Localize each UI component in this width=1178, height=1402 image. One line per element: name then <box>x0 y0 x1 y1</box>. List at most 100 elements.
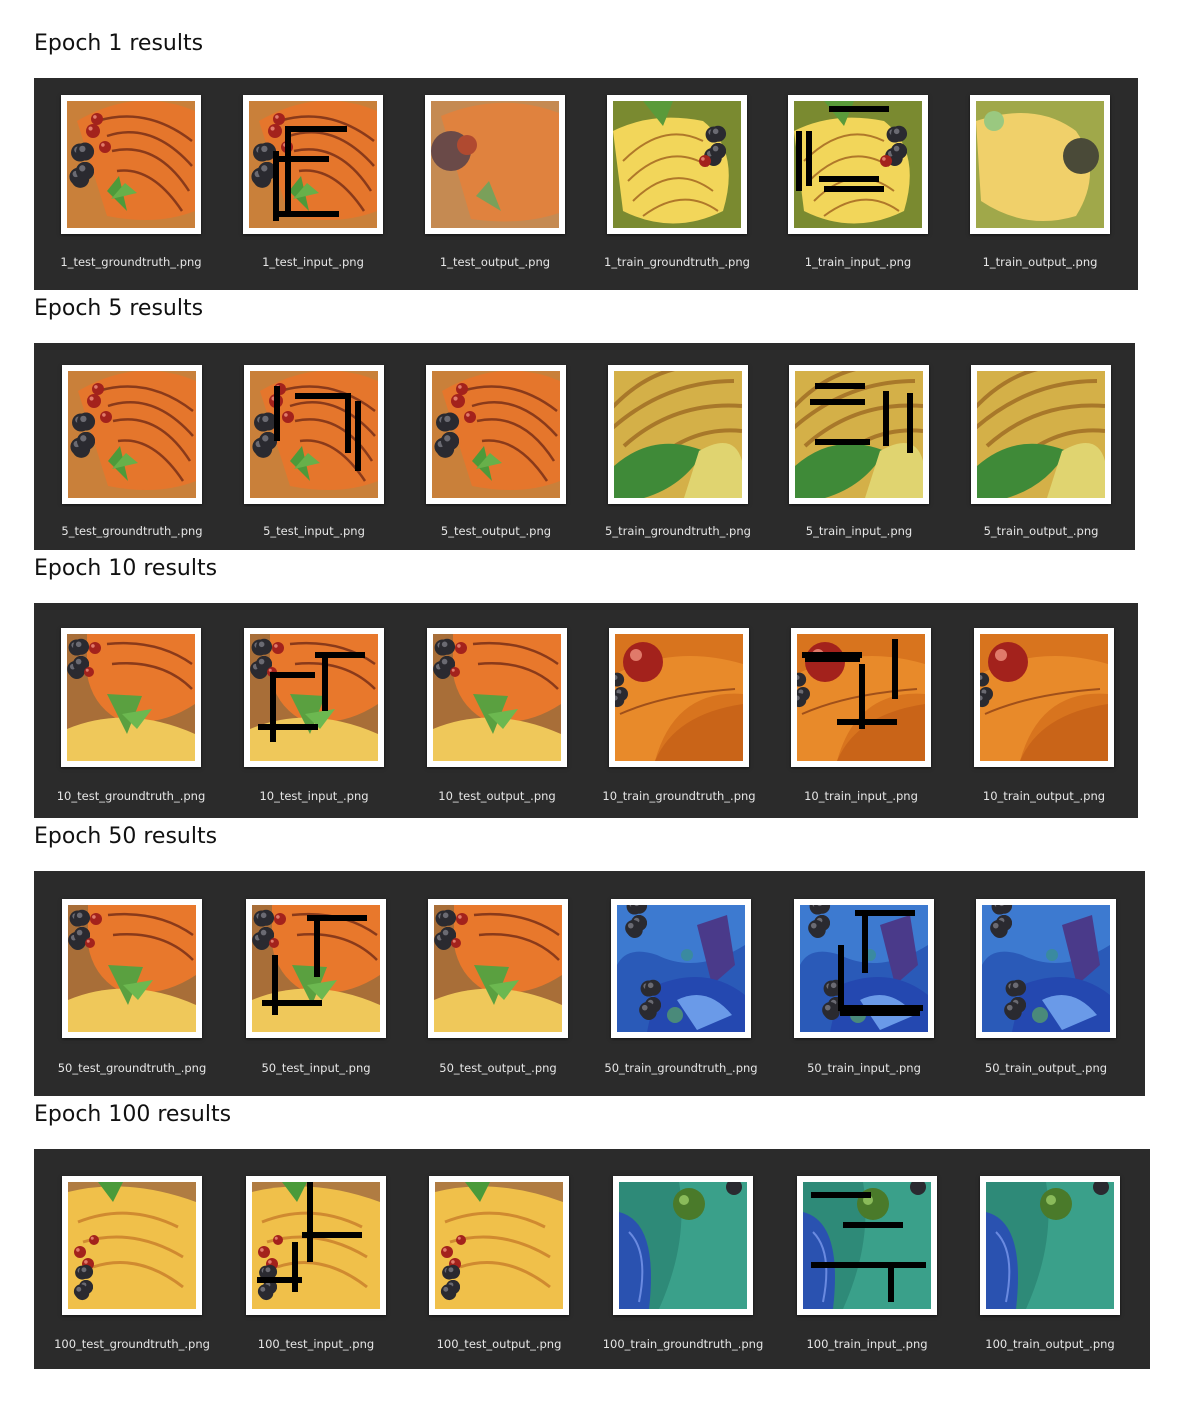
file-thumbnail[interactable] <box>794 899 934 1038</box>
image-content-orange-cherry <box>797 634 925 761</box>
file-name[interactable]: 10_test_input_.png <box>219 789 409 803</box>
file-thumbnail[interactable] <box>970 95 1110 234</box>
file-name[interactable]: 5_test_input_.png <box>219 524 409 538</box>
image-content-peach-tart <box>432 371 560 498</box>
file-thumbnail[interactable] <box>971 365 1111 504</box>
file-name[interactable]: 10_train_output_.png <box>949 789 1139 803</box>
file-thumbnail[interactable] <box>613 1176 753 1315</box>
image-content-peach-tart-blurry <box>431 101 559 228</box>
file-thumbnail[interactable] <box>62 365 202 504</box>
image-content-yellow-fan-tart <box>794 101 922 228</box>
image-preview <box>800 905 928 1032</box>
image-content-teal-green <box>803 1182 931 1309</box>
file-grid-epoch-1: 1_test_groundtruth_.png 1_test_input_.pn… <box>34 78 1138 290</box>
file-thumbnail[interactable] <box>61 628 201 767</box>
file-thumbnail[interactable] <box>427 628 567 767</box>
file-name[interactable]: 50_test_output_.png <box>403 1061 593 1075</box>
file-name[interactable]: 100_train_groundtruth_.png <box>588 1337 778 1351</box>
file-name[interactable]: 1_test_groundtruth_.png <box>36 255 226 269</box>
image-content-peach-tart-leaf <box>67 634 195 761</box>
image-preview <box>619 1182 747 1309</box>
image-content-yellow-peach-tart <box>252 1182 380 1309</box>
image-preview <box>431 101 559 228</box>
image-preview <box>435 1182 563 1309</box>
file-thumbnail[interactable] <box>246 1176 386 1315</box>
file-name[interactable]: 5_test_output_.png <box>401 524 591 538</box>
image-preview <box>617 905 745 1032</box>
file-name[interactable]: 100_train_output_.png <box>955 1337 1145 1351</box>
image-content-peach-tart <box>67 101 195 228</box>
file-name[interactable]: 5_test_groundtruth_.png <box>37 524 227 538</box>
image-preview <box>803 1182 931 1309</box>
file-thumbnail[interactable] <box>425 95 565 234</box>
section-title-epoch-5: Epoch 5 results <box>34 296 204 321</box>
image-preview <box>250 371 378 498</box>
file-name[interactable]: 1_train_input_.png <box>763 255 953 269</box>
file-name[interactable]: 5_train_input_.png <box>764 524 954 538</box>
image-content-teal-green <box>986 1182 1114 1309</box>
file-thumbnail[interactable] <box>429 1176 569 1315</box>
file-thumbnail[interactable] <box>243 95 383 234</box>
file-thumbnail[interactable] <box>607 95 747 234</box>
file-name[interactable]: 10_train_input_.png <box>766 789 956 803</box>
file-thumbnail[interactable] <box>244 628 384 767</box>
file-thumbnail[interactable] <box>62 899 202 1038</box>
image-preview <box>977 371 1105 498</box>
image-preview <box>794 101 922 228</box>
file-name[interactable]: 5_train_groundtruth_.png <box>583 524 773 538</box>
image-content-yellow-leaf-tart <box>977 371 1105 498</box>
image-preview <box>252 1182 380 1309</box>
file-name[interactable]: 50_train_groundtruth_.png <box>586 1061 776 1075</box>
file-thumbnail[interactable] <box>426 365 566 504</box>
file-thumbnail[interactable] <box>788 95 928 234</box>
file-name[interactable]: 50_test_input_.png <box>221 1061 411 1075</box>
image-preview <box>614 371 742 498</box>
image-content-blue-berries <box>800 905 928 1032</box>
file-name[interactable]: 100_test_input_.png <box>221 1337 411 1351</box>
file-name[interactable]: 10_test_groundtruth_.png <box>36 789 226 803</box>
file-name[interactable]: 100_test_groundtruth_.png <box>37 1337 227 1351</box>
image-preview <box>249 101 377 228</box>
file-name[interactable]: 1_test_output_.png <box>400 255 590 269</box>
image-content-peach-tart <box>249 101 377 228</box>
file-name[interactable]: 1_train_groundtruth_.png <box>582 255 772 269</box>
file-thumbnail[interactable] <box>791 628 931 767</box>
file-name[interactable]: 50_train_input_.png <box>769 1061 959 1075</box>
file-name[interactable]: 10_test_output_.png <box>402 789 592 803</box>
image-content-peach-tart <box>68 371 196 498</box>
file-thumbnail[interactable] <box>61 95 201 234</box>
file-name[interactable]: 100_train_input_.png <box>772 1337 962 1351</box>
file-thumbnail[interactable] <box>611 899 751 1038</box>
image-preview <box>67 101 195 228</box>
file-thumbnail[interactable] <box>980 1176 1120 1315</box>
file-name[interactable]: 50_train_output_.png <box>951 1061 1141 1075</box>
file-name[interactable]: 50_test_groundtruth_.png <box>37 1061 227 1075</box>
file-name[interactable]: 100_test_output_.png <box>404 1337 594 1351</box>
file-thumbnail[interactable] <box>428 899 568 1038</box>
image-content-peach-tart-leaf <box>250 634 378 761</box>
file-thumbnail[interactable] <box>608 365 748 504</box>
file-grid-epoch-100: 100_test_groundtruth_.png 100_test_input… <box>34 1149 1150 1369</box>
file-name[interactable]: 1_test_input_.png <box>218 255 408 269</box>
file-thumbnail[interactable] <box>797 1176 937 1315</box>
file-name[interactable]: 1_train_output_.png <box>945 255 1135 269</box>
file-thumbnail[interactable] <box>244 365 384 504</box>
file-thumbnail[interactable] <box>609 628 749 767</box>
image-content-yellow-leaf-tart <box>614 371 742 498</box>
image-content-yellow-fan-tart <box>613 101 741 228</box>
image-preview <box>68 1182 196 1309</box>
file-thumbnail[interactable] <box>974 628 1114 767</box>
file-thumbnail[interactable] <box>976 899 1116 1038</box>
image-content-yellow-peach-tart <box>68 1182 196 1309</box>
image-preview <box>982 905 1110 1032</box>
file-name[interactable]: 5_train_output_.png <box>946 524 1136 538</box>
file-name[interactable]: 10_train_groundtruth_.png <box>584 789 774 803</box>
file-thumbnail[interactable] <box>62 1176 202 1315</box>
file-thumbnail[interactable] <box>789 365 929 504</box>
file-thumbnail[interactable] <box>246 899 386 1038</box>
image-preview <box>250 634 378 761</box>
image-content-teal-green <box>619 1182 747 1309</box>
image-content-yellow-leaf-tart <box>795 371 923 498</box>
image-content-peach-tart-leaf <box>434 905 562 1032</box>
image-preview <box>68 371 196 498</box>
